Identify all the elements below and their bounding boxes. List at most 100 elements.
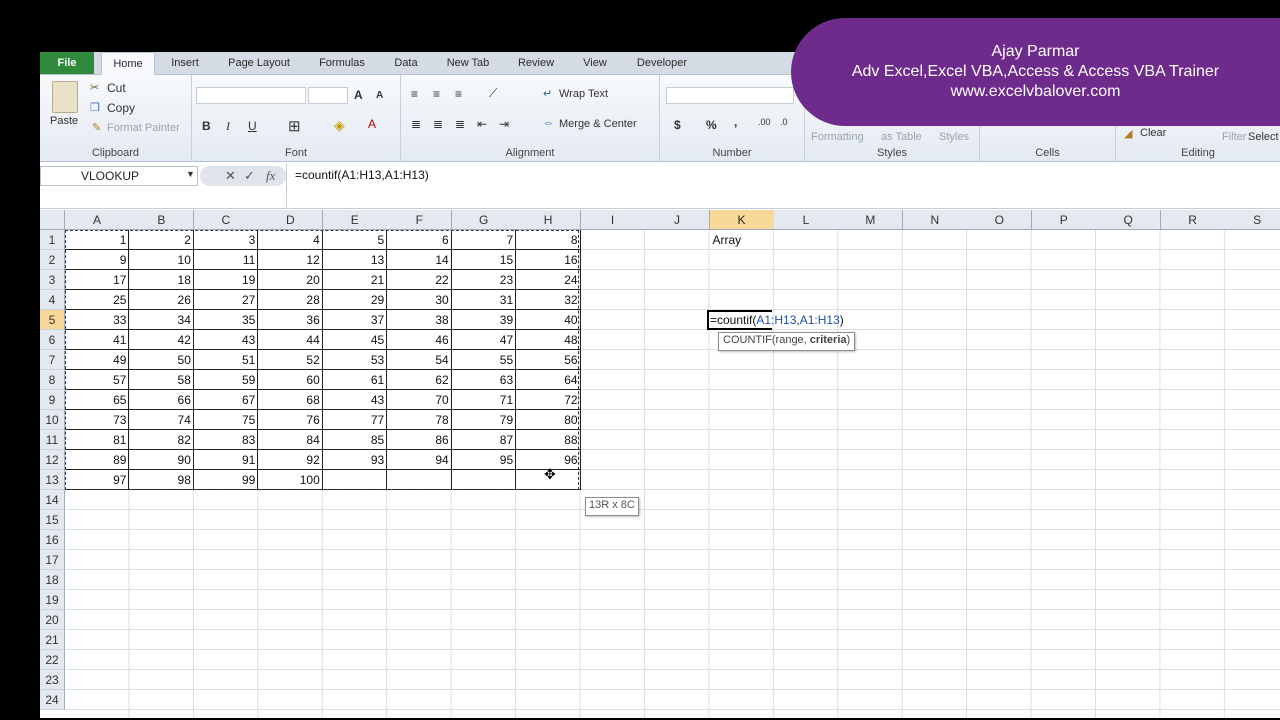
format-as-table-button[interactable]: as Table <box>881 131 922 143</box>
cell-f6[interactable]: 46 <box>387 330 452 350</box>
cell-a5[interactable]: 33 <box>65 310 130 330</box>
currency-button[interactable]: $ <box>674 118 681 132</box>
tab-view[interactable]: View <box>576 52 614 74</box>
cell-d3[interactable]: 20 <box>258 270 323 290</box>
row-header-10[interactable]: 10 <box>40 410 65 430</box>
cell-e3[interactable]: 21 <box>322 270 388 290</box>
row-header-4[interactable]: 4 <box>40 290 65 310</box>
grow-font-button[interactable]: A <box>354 88 363 102</box>
merge-center-button[interactable]: Merge & Center <box>559 118 637 130</box>
cell-c8[interactable]: 59 <box>193 370 259 390</box>
cell-h11[interactable]: 88 <box>516 430 581 450</box>
row-header-22[interactable]: 22 <box>40 650 65 670</box>
cell-a3[interactable]: 17 <box>65 270 130 290</box>
column-header-a[interactable]: A <box>65 210 130 230</box>
column-header-s[interactable]: S <box>1225 210 1280 230</box>
column-header-b[interactable]: B <box>129 210 195 230</box>
cell-k1[interactable]: Array <box>710 230 774 250</box>
row-header-19[interactable]: 19 <box>40 590 65 610</box>
cell-b3[interactable]: 18 <box>129 270 194 290</box>
cell-b7[interactable]: 50 <box>129 350 194 370</box>
cell-b1[interactable]: 2 <box>129 230 194 250</box>
tab-home[interactable]: Home <box>101 52 155 76</box>
align-center-icon[interactable]: ≣ <box>433 117 443 131</box>
cell-b5[interactable]: 34 <box>129 310 194 330</box>
cell-e12[interactable]: 93 <box>322 450 388 470</box>
column-header-l[interactable]: L <box>773 210 839 230</box>
cell-c10[interactable]: 75 <box>193 410 259 430</box>
row-header-3[interactable]: 3 <box>40 270 65 290</box>
align-middle-icon[interactable]: ≡ <box>433 87 440 101</box>
tab-page-layout[interactable]: Page Layout <box>221 52 297 74</box>
cell-f8[interactable]: 62 <box>387 370 452 390</box>
formula-input[interactable]: =countif(A1:H13,A1:H13) <box>286 164 1280 208</box>
cell-a11[interactable]: 81 <box>65 430 130 450</box>
cell-d11[interactable]: 84 <box>258 430 323 450</box>
font-size-combo[interactable] <box>308 87 348 104</box>
cell-g4[interactable]: 31 <box>451 290 517 310</box>
comma-button[interactable]: , <box>734 115 737 129</box>
cell-h4[interactable]: 32 <box>516 290 581 310</box>
cell-a9[interactable]: 65 <box>65 390 130 410</box>
font-name-combo[interactable] <box>196 87 306 104</box>
align-left-icon[interactable]: ≣ <box>411 117 421 131</box>
number-format-combo[interactable] <box>666 87 794 104</box>
cell-c2[interactable]: 11 <box>193 250 259 270</box>
cell-styles-button[interactable]: Styles <box>939 131 969 143</box>
cell-c5[interactable]: 35 <box>193 310 259 330</box>
cell-d6[interactable]: 44 <box>258 330 323 350</box>
cell-e2[interactable]: 13 <box>322 250 388 270</box>
column-header-q[interactable]: Q <box>1096 210 1162 230</box>
cell-f5[interactable]: 38 <box>387 310 452 330</box>
cell-d4[interactable]: 28 <box>258 290 323 310</box>
orientation-icon[interactable]: ⟋ <box>489 86 497 101</box>
row-header-8[interactable]: 8 <box>40 370 65 390</box>
cell-e13[interactable] <box>322 470 388 490</box>
select-all-corner[interactable] <box>40 210 65 230</box>
cut-button[interactable]: Cut <box>107 81 126 95</box>
cell-g9[interactable]: 71 <box>451 390 517 410</box>
column-header-m[interactable]: M <box>838 210 904 230</box>
tab-data[interactable]: Data <box>388 52 424 74</box>
cell-f1[interactable]: 6 <box>387 230 452 250</box>
tab-review[interactable]: Review <box>512 52 560 74</box>
decrease-indent-icon[interactable]: ⇤ <box>477 117 487 131</box>
cell-g12[interactable]: 95 <box>451 450 517 470</box>
align-bottom-icon[interactable]: ≡ <box>455 87 462 101</box>
cell-b4[interactable]: 26 <box>129 290 194 310</box>
tab-developer[interactable]: Developer <box>630 52 694 74</box>
wrap-text-button[interactable]: Wrap Text <box>559 88 608 100</box>
bold-button[interactable]: B <box>202 119 211 133</box>
cell-c3[interactable]: 19 <box>193 270 259 290</box>
name-box[interactable]: VLOOKUP <box>40 166 198 186</box>
cell-d1[interactable]: 4 <box>258 230 323 250</box>
underline-button[interactable]: U <box>248 119 257 133</box>
tab-new-tab[interactable]: New Tab <box>439 52 497 74</box>
cell-e6[interactable]: 45 <box>322 330 388 350</box>
column-header-g[interactable]: G <box>451 210 517 230</box>
row-header-18[interactable]: 18 <box>40 570 65 590</box>
cell-b10[interactable]: 74 <box>129 410 194 430</box>
cell-b2[interactable]: 10 <box>129 250 194 270</box>
cell-h6[interactable]: 48 <box>516 330 581 350</box>
cell-c13[interactable]: 99 <box>193 470 259 490</box>
column-header-e[interactable]: E <box>322 210 388 230</box>
shrink-font-button[interactable]: A <box>376 90 383 101</box>
row-header-21[interactable]: 21 <box>40 630 65 650</box>
borders-icon[interactable]: ⊞ <box>288 117 301 135</box>
cell-f3[interactable]: 22 <box>387 270 452 290</box>
clear-button[interactable]: Clear <box>1140 127 1166 139</box>
cell-h5[interactable]: 40 <box>516 310 581 330</box>
cell-g13[interactable] <box>451 470 517 490</box>
cell-h8[interactable]: 64 <box>516 370 581 390</box>
cell-a13[interactable]: 97 <box>65 470 130 490</box>
row-header-5[interactable]: 5 <box>40 310 65 330</box>
cell-d8[interactable]: 60 <box>258 370 323 390</box>
decrease-decimal-icon[interactable]: .0 <box>780 117 788 127</box>
cell-d9[interactable]: 68 <box>258 390 323 410</box>
row-header-11[interactable]: 11 <box>40 430 65 450</box>
row-header-16[interactable]: 16 <box>40 530 65 550</box>
cell-b8[interactable]: 58 <box>129 370 194 390</box>
row-header-20[interactable]: 20 <box>40 610 65 630</box>
cell-d5[interactable]: 36 <box>258 310 323 330</box>
